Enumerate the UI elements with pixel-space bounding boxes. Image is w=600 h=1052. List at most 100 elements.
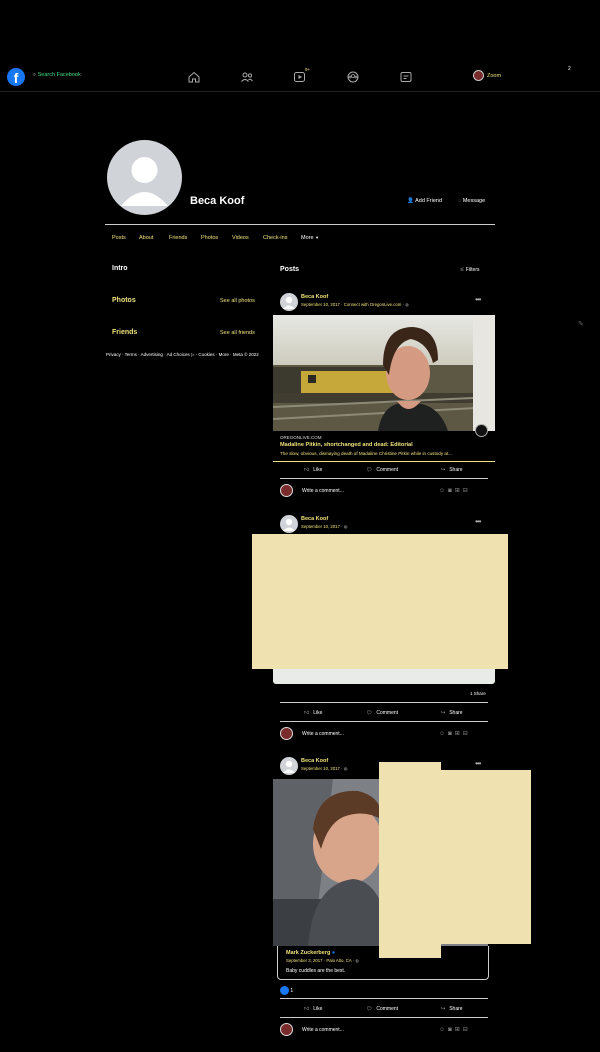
like-button[interactable]: 👍︎ Like bbox=[304, 1006, 322, 1012]
post-author-name[interactable]: Beca Koof bbox=[301, 294, 328, 300]
filters-label: Filters bbox=[465, 267, 480, 273]
filters-button[interactable]: ⚟ Filters bbox=[460, 267, 480, 273]
tab-more-label: More bbox=[301, 235, 314, 241]
post-timestamp[interactable]: September 10, 2017 · Connect with Oregon… bbox=[301, 302, 409, 308]
tab-about[interactable]: About bbox=[139, 235, 153, 241]
comment-label: Comment bbox=[376, 1006, 399, 1012]
globe-icon: ◍ bbox=[343, 524, 348, 529]
post-author-avatar[interactable] bbox=[280, 757, 298, 775]
commenter-avatar bbox=[280, 1023, 293, 1036]
share-button[interactable]: ↪ Share bbox=[441, 467, 463, 473]
search-field[interactable]: ⌕ Search Facebook bbox=[33, 72, 81, 79]
post-author-name[interactable]: Beca Koof bbox=[301, 758, 328, 764]
share-button[interactable]: ↪ Share bbox=[441, 710, 463, 716]
user-avatar bbox=[473, 70, 484, 81]
tab-more[interactable]: More ▼ bbox=[301, 235, 319, 241]
add-friend-button[interactable]: 👤 Add Friend bbox=[407, 198, 442, 204]
post-options-icon[interactable]: ••• bbox=[475, 517, 481, 526]
profile-name: Beca Koof bbox=[190, 195, 245, 207]
globe-icon: ◍ bbox=[355, 958, 360, 963]
facebook-logo-icon[interactable]: f bbox=[7, 68, 25, 86]
reaction-count: 1 bbox=[290, 987, 294, 994]
comment-button[interactable]: 💬︎ Comment bbox=[366, 467, 398, 473]
comment-button[interactable]: 💬︎ Comment bbox=[366, 1006, 398, 1012]
divider bbox=[280, 721, 488, 722]
post-options-icon[interactable]: ••• bbox=[475, 759, 481, 768]
post-media-bottom bbox=[273, 668, 495, 684]
divider bbox=[280, 478, 488, 479]
post-author-avatar[interactable] bbox=[280, 515, 298, 533]
like-label: Like bbox=[313, 710, 323, 716]
share-label: Share bbox=[449, 467, 463, 473]
share-count[interactable]: 1 Share bbox=[470, 691, 486, 696]
comment-attachment-icons[interactable]: ☺◙⊞⊟ bbox=[439, 730, 471, 737]
redacted-region bbox=[252, 534, 508, 669]
redacted-region bbox=[439, 770, 531, 944]
share-label: Share bbox=[449, 1006, 463, 1012]
share-icon: ↪ bbox=[441, 710, 446, 716]
write-comment-input[interactable]: Write a comment... bbox=[302, 1027, 344, 1033]
link-domain: OREGONLIVE.COM bbox=[280, 435, 322, 440]
add-friend-icon: 👤 bbox=[407, 198, 414, 204]
post-author-avatar[interactable] bbox=[280, 293, 298, 311]
comment-attachment-icons[interactable]: ☺◙⊞⊟ bbox=[439, 1026, 471, 1033]
tab-check-ins[interactable]: Check-ins bbox=[263, 235, 287, 241]
user-label: Zoom bbox=[487, 72, 502, 79]
photos-heading[interactable]: Photos bbox=[112, 297, 136, 304]
default-avatar-icon bbox=[283, 760, 295, 773]
like-button[interactable]: 👍︎ Like bbox=[304, 710, 322, 716]
footer-links[interactable]: Privacy · Terms · Advertising · Ad Choic… bbox=[106, 352, 259, 358]
post-options-icon[interactable]: ••• bbox=[475, 295, 481, 304]
post-timestamp[interactable]: September 10, 2017 · ◍ bbox=[301, 766, 348, 772]
search-icon: ⌕ bbox=[33, 72, 37, 78]
see-all-photos-link[interactable]: See all photos bbox=[220, 298, 255, 304]
shared-meta-text: September 3, 2017 · Palo Alto, CA · bbox=[286, 958, 356, 963]
compose-icon[interactable]: ✎ bbox=[578, 320, 584, 328]
link-preview-image[interactable] bbox=[273, 315, 495, 431]
posts-heading: Posts bbox=[280, 266, 300, 273]
comment-icon: 💬︎ bbox=[366, 710, 373, 716]
groups-icon[interactable] bbox=[346, 70, 360, 83]
tab-photos[interactable]: Photos bbox=[201, 235, 218, 241]
post-meta-text: September 10, 2017 · bbox=[301, 766, 344, 771]
profile-picture[interactable] bbox=[107, 140, 182, 215]
tab-posts[interactable]: Posts bbox=[112, 235, 126, 241]
link-preview-caption[interactable]: OREGONLIVE.COM Madaline Pitkin, shortcha… bbox=[273, 431, 495, 462]
comment-attachment-icons[interactable]: ☺◙⊞⊟ bbox=[439, 487, 471, 494]
post-author-name[interactable]: Beca Koof bbox=[301, 516, 328, 522]
share-button[interactable]: ↪ Share bbox=[441, 1006, 463, 1012]
write-comment-input[interactable]: Write a comment... bbox=[302, 731, 344, 737]
comment-label: Comment bbox=[376, 467, 399, 473]
like-reaction-icon bbox=[280, 986, 289, 995]
gaming-icon[interactable] bbox=[399, 70, 413, 82]
shared-post-text: Baby cuddles are the best. bbox=[286, 968, 346, 974]
home-icon[interactable] bbox=[187, 70, 201, 83]
write-comment-input[interactable]: Write a comment... bbox=[302, 488, 344, 494]
header-divider bbox=[105, 224, 495, 225]
see-all-friends-link[interactable]: See all friends bbox=[220, 330, 255, 336]
post-timestamp[interactable]: September 10, 2017 · ◍ bbox=[301, 524, 348, 530]
commenter-avatar bbox=[280, 484, 293, 497]
shared-post-timestamp[interactable]: September 3, 2017 · Palo Alto, CA · ◍ bbox=[286, 958, 359, 964]
globe-icon: ◍ bbox=[343, 766, 348, 771]
profile-shortcut[interactable]: Zoom bbox=[473, 70, 501, 81]
add-friend-label: Add Friend bbox=[415, 198, 442, 204]
like-icon: 👍︎ bbox=[304, 710, 310, 716]
comment-icon: 💬︎ bbox=[366, 1006, 373, 1012]
post-meta-text: September 10, 2017 · bbox=[301, 524, 344, 529]
divider bbox=[280, 1017, 488, 1018]
comment-button[interactable]: 💬︎ Comment bbox=[366, 710, 398, 716]
search-placeholder: Search Facebook bbox=[37, 72, 81, 78]
shared-post-author[interactable]: Mark Zuckerberg ● bbox=[286, 950, 335, 956]
tab-videos[interactable]: Videos bbox=[232, 235, 249, 241]
friends-heading[interactable]: Friends bbox=[112, 329, 137, 336]
shared-post-card[interactable]: Mark Zuckerberg ● September 3, 2017 · Pa… bbox=[277, 946, 489, 980]
intro-heading: Intro bbox=[112, 265, 128, 272]
message-button[interactable]: ◌ Message bbox=[458, 198, 485, 204]
reaction-summary[interactable]: 1 bbox=[280, 986, 293, 995]
tab-friends[interactable]: Friends bbox=[169, 235, 187, 241]
share-label: Share bbox=[449, 710, 463, 716]
link-description: The slow, obvious, dismaying death of Ma… bbox=[280, 451, 453, 456]
friends-icon[interactable] bbox=[240, 70, 254, 82]
like-button[interactable]: 👍︎ Like bbox=[304, 467, 322, 473]
